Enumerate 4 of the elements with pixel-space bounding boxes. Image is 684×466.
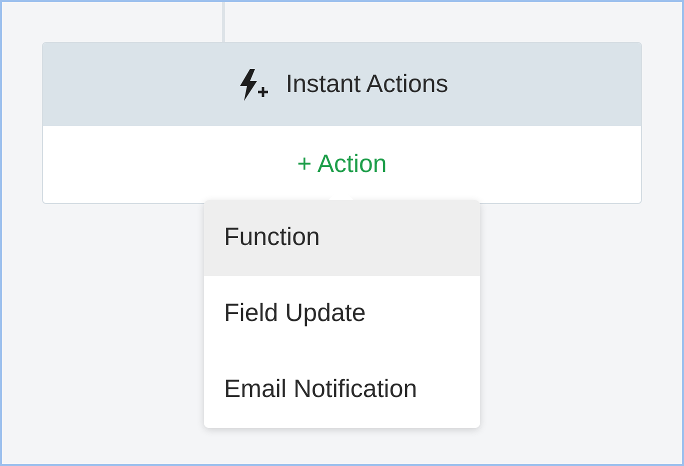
menu-item[interactable]: Function [204,200,480,276]
menu-item[interactable]: Field Update [204,276,480,352]
card-title: Instant Actions [286,68,448,100]
menu-item[interactable]: Email Notification [204,352,480,428]
